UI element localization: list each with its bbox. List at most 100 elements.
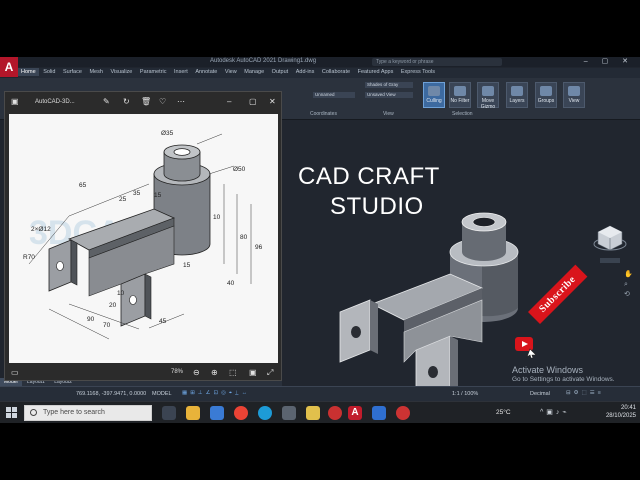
photos-footer: ▭ 78% ⊖ ⊕ ⬚ ▣ ⤢ xyxy=(5,364,281,382)
chrome-icon[interactable] xyxy=(234,406,248,420)
autocad-logo-icon[interactable]: A xyxy=(0,57,18,77)
clock[interactable]: 20:41 28/10/2025 xyxy=(606,404,636,420)
panel-label-view: View xyxy=(383,111,394,117)
dim-label: 20 xyxy=(109,302,117,309)
edit-icon[interactable]: ✎ xyxy=(103,97,110,106)
dim-label: 45 xyxy=(159,318,167,325)
minimize-icon[interactable]: – xyxy=(227,97,231,106)
task-view-icon[interactable] xyxy=(162,406,176,420)
view-button[interactable]: View xyxy=(563,82,585,108)
app-icon[interactable] xyxy=(372,406,386,420)
tab-annotate[interactable]: Annotate xyxy=(192,68,220,76)
system-tray-icons[interactable]: ^▣♪⌁ xyxy=(540,408,570,416)
dim-label: 2×Ø12 xyxy=(31,226,51,233)
zoom-out-icon[interactable]: ⊖ xyxy=(193,368,200,377)
youtube-play-icon[interactable] xyxy=(512,333,538,359)
tab-solid[interactable]: Solid xyxy=(40,68,58,76)
dim-label: R70 xyxy=(23,254,35,261)
rotate-icon[interactable]: ↻ xyxy=(123,97,130,106)
culling-button[interactable]: Culling xyxy=(423,82,445,108)
dim-label: 96 xyxy=(255,244,263,251)
autocad-search-input[interactable]: Type a keyword or phrase xyxy=(372,58,502,66)
drafting-tools-icons[interactable]: ▦⊞⊥∠⊡◎⌖⟂↔ xyxy=(182,390,250,397)
dim-label: Ø50 xyxy=(233,166,246,173)
no-filter-button[interactable]: No Filter xyxy=(449,82,471,108)
dim-label: 80 xyxy=(240,234,248,241)
letterbox-bottom xyxy=(0,423,640,480)
autocad-title: Autodesk AutoCAD 2021 Drawing1.dwg xyxy=(210,58,317,64)
dim-label: 10 xyxy=(213,214,221,221)
photos-app-window: ▣ AutoCAD-3D... ✎ ↻ 🗑 ♡ ⋯ – ▢ ✕ 3DCAD xyxy=(4,91,282,381)
tab-visualize[interactable]: Visualize xyxy=(107,68,135,76)
maximize-icon[interactable]: ▢ xyxy=(249,97,257,106)
drawing-viewport[interactable]: ✋ ⌕ ⟲ xyxy=(282,120,640,401)
zoom-in-icon[interactable]: ⊕ xyxy=(211,368,218,377)
app-icon[interactable] xyxy=(282,406,296,420)
autocad-titlebar: A Autodesk AutoCAD 2021 Drawing1.dwg Typ… xyxy=(0,57,640,77)
close-icon[interactable]: ✕ xyxy=(269,97,276,106)
tab-express-tools[interactable]: Express Tools xyxy=(398,68,438,76)
viewcube-icon[interactable] xyxy=(592,220,628,264)
visual-style-dropdown[interactable]: Shades of Gray xyxy=(365,82,413,88)
coordinate-readout: 769.1168, -397.9471, 0.0000 xyxy=(76,391,147,397)
tab-view[interactable]: View xyxy=(222,68,240,76)
actual-size-icon[interactable]: ⬚ xyxy=(229,368,237,377)
model-toggle[interactable]: MODEL xyxy=(152,391,172,397)
filter-icon xyxy=(454,86,466,96)
status-bar: 769.1168, -397.9471, 0.0000 MODEL ▦⊞⊥∠⊡◎… xyxy=(0,386,640,401)
activate-windows-hint: Go to Settings to activate Windows. xyxy=(512,376,615,383)
slideshow-icon[interactable]: ▭ xyxy=(11,368,19,377)
culling-icon xyxy=(428,86,440,96)
tab-surface[interactable]: Surface xyxy=(60,68,85,76)
dim-label: 70 xyxy=(103,322,111,329)
status-tray-icons[interactable]: ⊟⚙⬚☰≡ xyxy=(566,390,604,396)
app-icon[interactable] xyxy=(306,406,320,420)
view-state-dropdown[interactable]: Unsaved View xyxy=(365,92,413,98)
file-explorer-icon[interactable] xyxy=(186,406,200,420)
tab-addins[interactable]: Add-ins xyxy=(293,68,318,76)
units-display[interactable]: Decimal xyxy=(530,391,550,397)
tab-insert[interactable]: Insert xyxy=(171,68,191,76)
ucs-dropdown[interactable]: Unnamed xyxy=(313,92,355,98)
more-icon[interactable]: ⋯ xyxy=(177,97,185,106)
tab-home[interactable]: Home xyxy=(18,68,39,76)
layers-button[interactable]: Layers xyxy=(506,82,528,108)
photos-header: ▣ AutoCAD-3D... ✎ ↻ 🗑 ♡ ⋯ – ▢ ✕ xyxy=(5,92,281,112)
panel-label-selection: Selection xyxy=(452,111,473,117)
weather-temperature[interactable]: 25°C xyxy=(496,409,511,416)
photos-file-name: AutoCAD-3D... xyxy=(35,99,75,105)
favorite-icon[interactable]: ♡ xyxy=(159,97,166,106)
search-icon xyxy=(30,409,37,416)
groups-button[interactable]: Groups xyxy=(535,82,557,108)
annotation-scale[interactable]: 1:1 / 100% xyxy=(452,391,478,397)
ribbon-tabs: Home Solid Surface Mesh Visualize Parame… xyxy=(18,68,640,78)
nav-bar[interactable]: ✋ ⌕ ⟲ xyxy=(624,270,633,310)
fullscreen-icon[interactable]: ⤢ xyxy=(267,368,273,378)
dim-label: Ø35 xyxy=(161,130,174,137)
move-gizmo-button[interactable]: Move Gizmo xyxy=(477,82,499,110)
dim-label: 15 xyxy=(183,262,191,269)
taskbar-search-input[interactable]: Type here to search xyxy=(24,405,152,421)
brand-title-line1: CAD CRAFT xyxy=(298,163,440,190)
app-icon[interactable] xyxy=(396,406,410,420)
brand-title-line2: STUDIO xyxy=(330,193,424,220)
app-icon[interactable] xyxy=(210,406,224,420)
fit-window-icon[interactable]: ▣ xyxy=(249,368,257,377)
groups-icon xyxy=(540,86,552,96)
delete-icon[interactable]: 🗑 xyxy=(141,97,151,106)
tab-collaborate[interactable]: Collaborate xyxy=(319,68,353,76)
autocad-taskbar-icon[interactable]: A xyxy=(348,406,362,420)
tab-output[interactable]: Output xyxy=(269,68,292,76)
tab-parametric[interactable]: Parametric xyxy=(137,68,170,76)
tab-featured-apps[interactable]: Featured Apps xyxy=(355,68,397,76)
dim-label: 15 xyxy=(154,192,162,199)
tab-manage[interactable]: Manage xyxy=(241,68,267,76)
dimension-labels: Ø35 Ø50 15 R70 65 25 2×Ø12 80 96 90 70 2… xyxy=(9,114,278,363)
app-icon[interactable] xyxy=(328,406,342,420)
start-button[interactable] xyxy=(6,407,18,419)
photos-app-icon: ▣ xyxy=(11,97,19,106)
window-controls[interactable]: – ▢ ✕ xyxy=(584,57,634,65)
tab-mesh[interactable]: Mesh xyxy=(86,68,105,76)
edge-icon[interactable] xyxy=(258,406,272,420)
dim-label: 35 xyxy=(133,190,141,197)
